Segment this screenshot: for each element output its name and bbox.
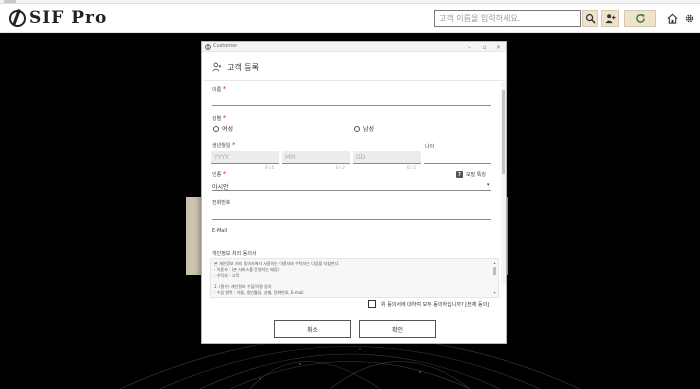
birth-label-text: 생년월일 [212, 143, 231, 149]
question-icon: ? [456, 171, 463, 178]
add-customer-button[interactable] [601, 10, 619, 27]
logo-text: SIF Pro [29, 8, 108, 28]
home-icon[interactable] [667, 13, 678, 24]
close-icon[interactable]: ✕ [493, 42, 504, 52]
birth-year-input[interactable]: YYYY [211, 151, 279, 164]
app-header: SIF Pro [0, 4, 700, 33]
gender-label: 성별 * [212, 114, 226, 122]
consent-scrollbar-thumb[interactable] [493, 267, 496, 275]
gender-male-radio[interactable]: 남성 [354, 124, 374, 133]
gender-female-label: 여성 [222, 126, 234, 133]
search-button[interactable] [582, 10, 598, 27]
hair-feature-help[interactable]: ? 모발 특징 [456, 171, 486, 178]
search-icon [585, 13, 596, 24]
customer-dialog: Customer – ▫ ✕ 고객 등록 이름 * 성별 * 여성 남성 생년월… [201, 41, 507, 344]
refresh-icon [635, 13, 645, 23]
name-label-text: 이름 [212, 87, 222, 93]
name-label: 이름 * [212, 85, 226, 93]
age-input[interactable] [424, 163, 491, 164]
age-label: 나이 [425, 144, 435, 150]
hair-feature-label: 모발 특징 [466, 172, 486, 178]
consent-scrollbar[interactable]: ▴ ▾ [492, 261, 497, 295]
add-user-icon [604, 14, 616, 24]
minimize-icon[interactable]: – [464, 42, 475, 52]
race-label-text: 인종 [212, 172, 222, 178]
required-mark: * [222, 170, 227, 178]
dialog-title: 고객 등록 [227, 62, 259, 72]
agree-label: 위 동의서에 대하여 모두 동의하십니까? [전체 동의] [381, 301, 490, 308]
birth-label: 생년월일 * [212, 141, 236, 149]
confirm-button[interactable]: 확인 [359, 320, 436, 338]
consent-line: - 수집 항목 : 이름, 생년월일, 성별, 전화번호, E-mail [214, 290, 304, 295]
radio-circle [213, 125, 219, 132]
agree-all[interactable]: 위 동의서에 대하여 모두 동의하십니까? [전체 동의] [368, 300, 489, 308]
required-mark: * [232, 141, 236, 149]
form-scrollbar-thumb[interactable] [502, 90, 505, 174]
agree-checkbox[interactable] [368, 300, 376, 308]
race-select-underline [212, 190, 491, 191]
dialog-heading: 고객 등록 [212, 61, 259, 73]
gender-label-text: 성별 [212, 116, 222, 122]
customer-search-field[interactable] [434, 10, 581, 27]
consent-title: 개인정보 처리 동의서 [212, 251, 257, 257]
radio-circle [354, 125, 360, 132]
os-strip-icon [4, 0, 16, 3]
birth-month-input[interactable]: MM [282, 151, 350, 164]
required-mark: * [222, 114, 227, 122]
phone-input[interactable] [212, 219, 491, 220]
consent-line: - 수탁자 : 고객 [214, 273, 240, 278]
dialog-titlebar: Customer – ▫ ✕ [202, 42, 506, 52]
chevron-down-icon[interactable]: ▾ [487, 182, 490, 188]
race-label: 인종 * [212, 170, 226, 178]
maximize-icon[interactable]: ▫ [479, 42, 490, 52]
birth-day-input[interactable]: DD [353, 151, 421, 164]
gender-male-label: 남성 [363, 126, 375, 133]
add-user-icon [212, 62, 222, 72]
gender-female-radio[interactable]: 여성 [213, 124, 233, 133]
cancel-button[interactable]: 취소 [274, 320, 351, 338]
refresh-button[interactable] [624, 10, 656, 27]
app-icon [205, 44, 211, 50]
scroll-up-icon[interactable]: ▴ [492, 261, 497, 265]
search-input[interactable] [435, 11, 580, 26]
required-mark: * [222, 85, 227, 93]
year-counter: 0 / 4 [265, 165, 274, 170]
email-label: E-Mail [212, 228, 228, 234]
name-input[interactable] [212, 105, 491, 106]
app-logo: SIF Pro [9, 8, 107, 28]
month-counter: 0 / 2 [336, 165, 345, 170]
logo-icon [9, 9, 26, 27]
day-counter: 0 / 2 [407, 165, 416, 170]
gear-icon[interactable] [684, 13, 695, 24]
window-title: Customer [213, 43, 238, 49]
phone-label: 전화번호 [212, 200, 231, 206]
scroll-down-icon[interactable]: ▾ [492, 291, 497, 295]
